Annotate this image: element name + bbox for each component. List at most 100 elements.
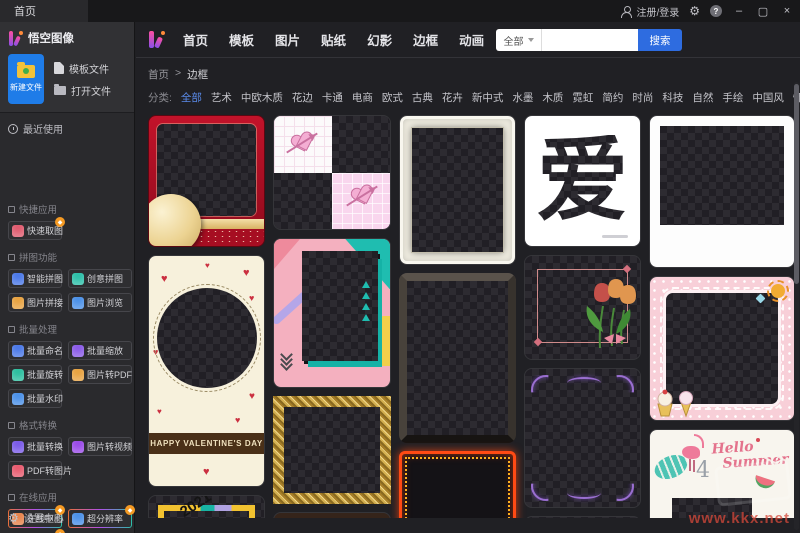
- sidebar-item-photo-browse[interactable]: 图片浏览: [68, 293, 132, 312]
- nav-item-frames[interactable]: 边框: [413, 30, 438, 49]
- category-label: 分类:: [148, 90, 172, 105]
- caption-decoration: [602, 235, 628, 238]
- settings-center-button[interactable]: ⚙ 设置中心: [8, 510, 64, 525]
- pdf-to-image-icon: [12, 465, 24, 477]
- frame-thumb-floral-painting[interactable]: [273, 512, 391, 518]
- open-file-button[interactable]: 打开文件: [54, 81, 111, 99]
- chevron-decorations: [282, 354, 291, 369]
- sidebar-item-image-to-video[interactable]: 图片转视频: [68, 437, 132, 456]
- category-wood[interactable]: 木质: [542, 90, 563, 105]
- nav-item-stickers[interactable]: 贴纸: [321, 30, 346, 49]
- category-all[interactable]: 全部: [181, 90, 202, 105]
- recent-used-label: 最近使用: [23, 121, 63, 136]
- recent-used-header[interactable]: 最近使用: [0, 113, 134, 144]
- category-neon[interactable]: 霓虹: [572, 90, 593, 105]
- chevron-down-icon: [528, 38, 534, 42]
- frame-thumb-purple-flourish[interactable]: [524, 368, 641, 508]
- category-lace[interactable]: 花边: [292, 90, 313, 105]
- category-flowers[interactable]: 花卉: [442, 90, 463, 105]
- sidebar-item-batch-resize[interactable]: 批量缩放: [68, 341, 132, 360]
- category-hand-drawn[interactable]: 手绘: [722, 90, 743, 105]
- section-quick-apps: 快捷应用: [8, 202, 126, 216]
- item-label: 批量命名: [27, 344, 63, 357]
- nav-item-phantom[interactable]: 幻影: [367, 30, 392, 49]
- search-button[interactable]: 搜索: [638, 29, 682, 51]
- frame-thumb-memphis[interactable]: [273, 238, 391, 388]
- sidebar-item-batch-convert[interactable]: 批量转换: [8, 437, 62, 456]
- category-classical[interactable]: 古典: [412, 90, 433, 105]
- settings-gear-icon[interactable]: ⚙: [689, 5, 700, 17]
- category-minimal[interactable]: 简约: [602, 90, 623, 105]
- frame-thumb-red-gold[interactable]: [148, 115, 265, 247]
- help-icon[interactable]: ?: [710, 5, 722, 17]
- section-title: 批量处理: [19, 322, 57, 336]
- category-chinese-style[interactable]: 中国风: [752, 90, 784, 105]
- titlebar: 首页 注册/登录 ⚙ ? – ▢ ×: [0, 0, 800, 22]
- sidebar-item-batch-rename[interactable]: 批量命名: [8, 341, 62, 360]
- nav-item-templates[interactable]: 模板: [229, 30, 254, 49]
- category-ink[interactable]: 水墨: [512, 90, 533, 105]
- frame-thumb-polaroid[interactable]: [649, 115, 795, 268]
- frame-thumb-tulip[interactable]: [524, 255, 641, 360]
- frame-thumb-dark-metal[interactable]: [399, 273, 516, 443]
- sidebar-item-batch-watermark[interactable]: 批量水印: [8, 389, 62, 408]
- category-euro-wood[interactable]: 中欧木质: [241, 90, 283, 105]
- sidebar-item-batch-rotate[interactable]: 批量旋转: [8, 365, 62, 384]
- breadcrumb: 首页 > 边框: [136, 58, 800, 82]
- nav-item-animation[interactable]: 动画: [459, 30, 484, 49]
- breadcrumb-home[interactable]: 首页: [148, 67, 169, 82]
- heart-decoration: ♥: [249, 294, 254, 303]
- frame-thumb-grey-bar[interactable]: [524, 516, 641, 518]
- minimize-button[interactable]: –: [732, 5, 746, 17]
- category-european[interactable]: 欧式: [382, 90, 403, 105]
- frame-thumb-gold-baroque[interactable]: [273, 396, 391, 504]
- app-window: 首页 注册/登录 ⚙ ? – ▢ × 悟空图像 新建文件: [0, 0, 800, 533]
- section-format-convert: 格式转换: [8, 418, 126, 432]
- main-content: 首页 模板 图片 贴纸 幻影 边框 动画 全部 搜索 首页 > 边框: [136, 22, 800, 533]
- frames-grid: ♥ ♥ ♥ ♥ ♥ ♥ ♥ ♥ ♥ ♥ HAPPY VALENTINE'S DA…: [136, 115, 800, 518]
- nav-item-home[interactable]: 首页: [183, 30, 208, 49]
- heart-decoration: ♥: [205, 262, 210, 270]
- category-art[interactable]: 艺术: [211, 90, 232, 105]
- category-ecommerce[interactable]: 电商: [352, 90, 373, 105]
- scrollbar-thumb[interactable]: [794, 84, 799, 284]
- header-logo-icon[interactable]: [148, 31, 165, 48]
- flourish-decoration: [567, 487, 601, 499]
- document-tab-home[interactable]: 首页: [0, 0, 88, 22]
- close-button[interactable]: ×: [780, 5, 794, 17]
- frame-thumb-classic-white[interactable]: [399, 115, 516, 265]
- vip-badge-icon: ◆: [125, 505, 135, 515]
- sidebar-item-smart-collage[interactable]: 智能拼图: [8, 269, 62, 288]
- category-new-chinese[interactable]: 新中式: [472, 90, 504, 105]
- sidebar-item-image-to-pdf[interactable]: 图片转PDF: [68, 365, 132, 384]
- category-nature[interactable]: 自然: [692, 90, 713, 105]
- sidebar-item-creative-collage[interactable]: 创意拼图: [68, 269, 132, 288]
- sidebar-item-photo-stitch[interactable]: 图片拼接: [8, 293, 62, 312]
- section-icon: [8, 494, 15, 501]
- frame-thumb-hello-summer[interactable]: Hello Summer 4: [649, 429, 795, 518]
- search-input[interactable]: [542, 29, 638, 51]
- pink-cell: [332, 173, 390, 230]
- category-fashion[interactable]: 时尚: [632, 90, 653, 105]
- login-register-button[interactable]: 注册/登录: [621, 4, 679, 19]
- template-file-button[interactable]: 模板文件: [54, 59, 111, 77]
- sidebar-item-pdf-to-image[interactable]: PDF转图片: [8, 461, 62, 480]
- nav-item-images[interactable]: 图片: [275, 30, 300, 49]
- frame-thumb-pink-scallop[interactable]: [649, 276, 795, 421]
- breadcrumb-current: 边框: [187, 67, 208, 82]
- frame-thumb-valentine[interactable]: ♥ ♥ ♥ ♥ ♥ ♥ ♥ ♥ ♥ ♥ HAPPY VALENTINE'S DA…: [148, 255, 265, 487]
- search-scope-select[interactable]: 全部: [496, 29, 542, 51]
- new-file-button[interactable]: 新建文件: [8, 54, 44, 104]
- category-tech[interactable]: 科技: [662, 90, 683, 105]
- sidebar-item-quick-capture[interactable]: 快速取图 ◆: [8, 221, 62, 240]
- sidebar-item-super-resolution[interactable]: 超分辨率 ◆: [68, 509, 132, 528]
- frame-thumb-neon-orange[interactable]: [399, 451, 516, 518]
- frame-thumb-love-cutout[interactable]: 爱: [524, 115, 641, 247]
- category-cartoon[interactable]: 卡通: [322, 90, 343, 105]
- vertical-scrollbar[interactable]: [794, 82, 799, 530]
- maximize-button[interactable]: ▢: [756, 5, 770, 18]
- frame-thumb-hearts-checker[interactable]: [273, 115, 391, 230]
- search-bar: 全部 搜索: [496, 29, 682, 51]
- recent-empty-area: [0, 144, 134, 192]
- frame-thumb-2021[interactable]: 2021: [148, 495, 265, 518]
